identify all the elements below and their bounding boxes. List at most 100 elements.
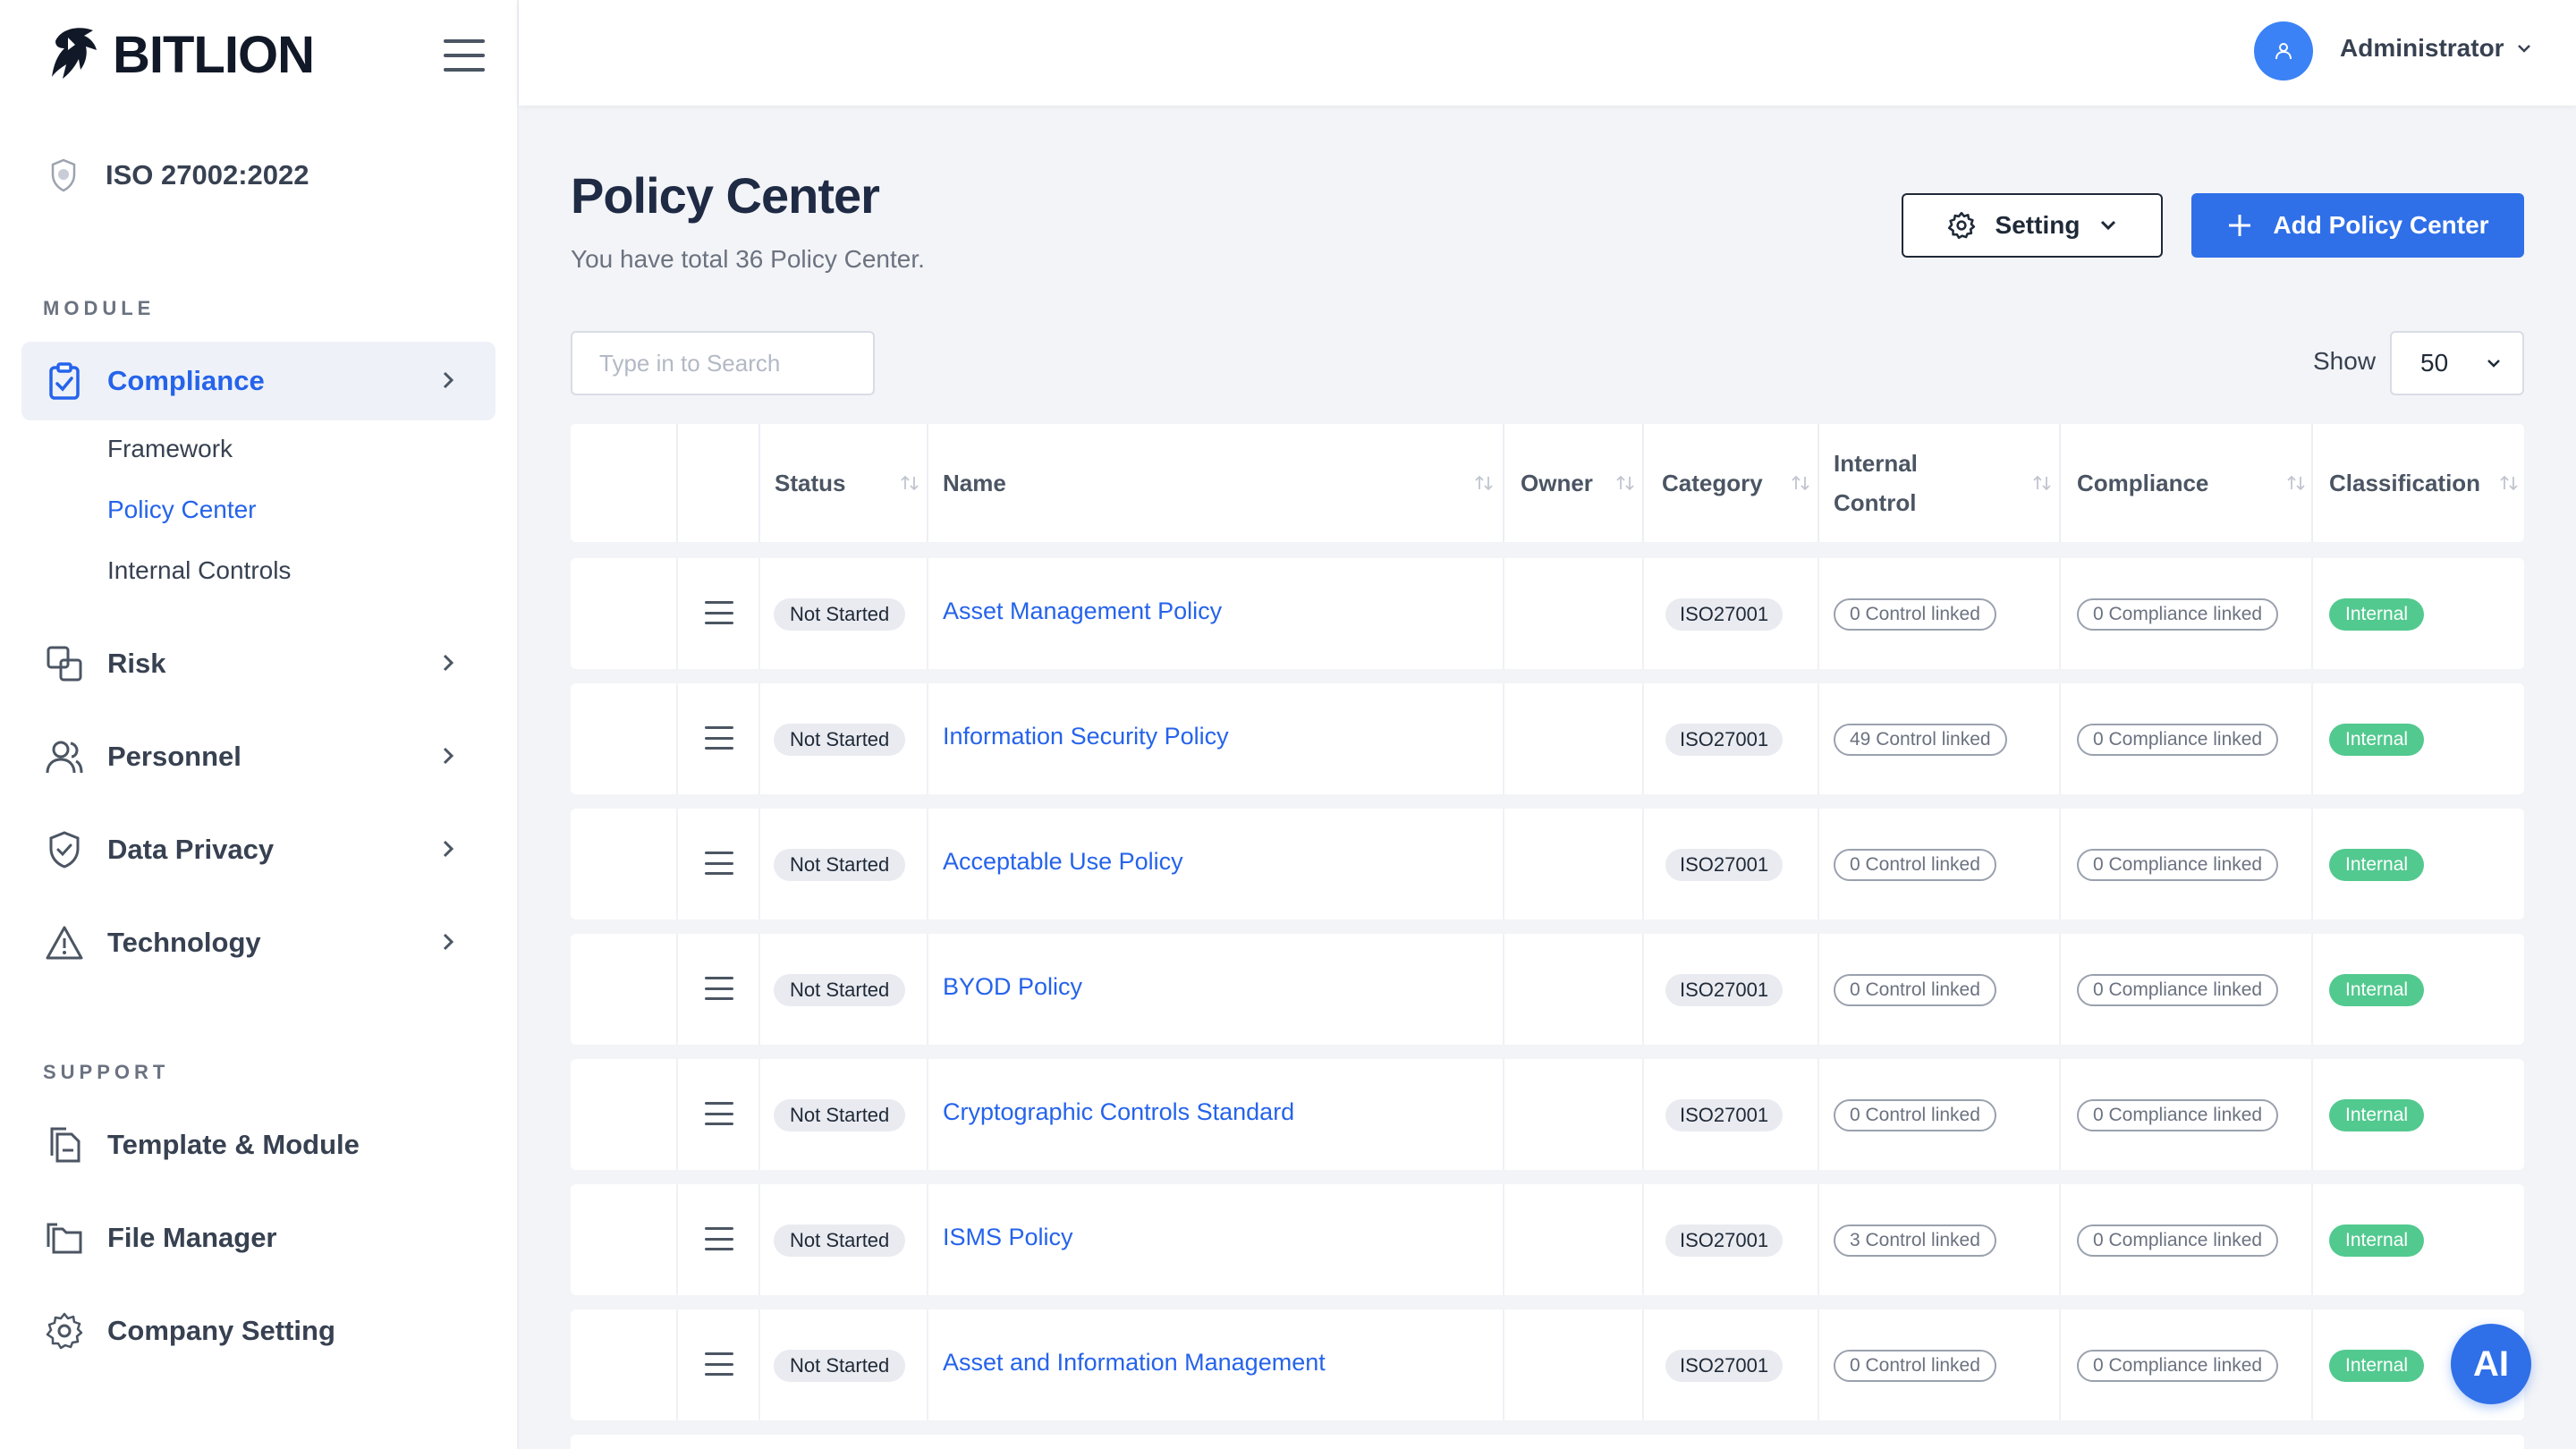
table-row[interactable]: Not Started Information Security Policy … (571, 683, 2524, 794)
drag-handle-icon[interactable] (705, 601, 733, 624)
sidebar-item-label: Compliance (107, 365, 265, 396)
sidebar-item-data-privacy[interactable]: Data Privacy (21, 810, 496, 889)
sort-icon (1792, 475, 1809, 491)
sidebar-subitem-internal-controls[interactable]: Internal Controls (107, 556, 291, 585)
brand-logo[interactable]: BITLION (48, 23, 315, 86)
status-badge: Not Started (774, 724, 906, 756)
sidebar-subitem-framework[interactable]: Framework (107, 435, 233, 463)
column-header-classification[interactable]: Classification (2329, 424, 2524, 542)
table-row[interactable]: Not Started Cryptographic Controls Stand… (571, 1059, 2524, 1170)
drag-handle-icon[interactable] (705, 852, 733, 875)
column-header-status[interactable]: Status (775, 424, 927, 542)
table-row[interactable]: Not Started Asset Management Policy ISO2… (571, 558, 2524, 669)
compliance-linked-badge[interactable]: 0 Compliance linked (2077, 1350, 2279, 1382)
policy-name-link[interactable]: Asset and Information Management (943, 1349, 1326, 1377)
gear-icon (1947, 211, 1975, 240)
sidebar-item-compliance[interactable]: Compliance (21, 342, 496, 420)
warning-triangle-icon (45, 923, 84, 962)
page-title: Policy Center (571, 167, 880, 224)
status-badge: Not Started (774, 1099, 906, 1131)
status-badge: Not Started (774, 974, 906, 1006)
drag-handle-icon[interactable] (705, 1102, 733, 1125)
user-name: Administrator (2340, 34, 2504, 62)
table-row[interactable]: Not Started ISMS Policy ISO27001 3 Contr… (571, 1184, 2524, 1295)
support-section-label: SUPPORT (43, 1061, 170, 1083)
user-menu[interactable]: Administrator (2340, 34, 2531, 63)
sidebar-item-label: File Manager (107, 1222, 277, 1253)
control-linked-badge[interactable]: 0 Control linked (1834, 1350, 1996, 1382)
classification-badge: Internal (2329, 724, 2425, 756)
framework-selector[interactable]: ISO 27002:2022 (48, 157, 309, 193)
drag-handle-icon[interactable] (705, 726, 733, 750)
sidebar-item-label: Technology (107, 927, 261, 958)
compliance-linked-badge[interactable]: 0 Compliance linked (2077, 724, 2279, 756)
chevron-down-icon (2517, 45, 2530, 53)
column-header-name[interactable]: Name (943, 424, 1503, 542)
classification-badge: Internal (2329, 1350, 2425, 1382)
chevron-right-icon (443, 933, 454, 951)
users-icon (45, 737, 84, 776)
control-linked-badge[interactable]: 0 Control linked (1834, 1099, 1996, 1131)
policy-name-link[interactable]: Asset Management Policy (943, 597, 1222, 625)
policy-name-link[interactable]: Cryptographic Controls Standard (943, 1098, 1294, 1126)
table-row[interactable]: Not Started Acceptable Use Policy ISO270… (571, 809, 2524, 919)
table-row[interactable]: Not Started Asset and Information Manage… (571, 1309, 2524, 1420)
category-badge: ISO27001 (1665, 974, 1784, 1006)
policy-name-link[interactable]: BYOD Policy (943, 973, 1082, 1001)
classification-badge: Internal (2329, 598, 2425, 631)
sort-icon (1616, 475, 1634, 491)
category-badge: ISO27001 (1665, 1350, 1784, 1382)
category-badge: ISO27001 (1665, 1099, 1784, 1131)
setting-dropdown-button[interactable]: Setting (1902, 193, 2163, 258)
gear-icon (45, 1311, 84, 1351)
column-header-owner[interactable]: Owner (1521, 424, 1642, 542)
control-linked-badge[interactable]: 0 Control linked (1834, 598, 1996, 631)
lion-logo-icon (52, 28, 97, 79)
sidebar-item-personnel[interactable]: Personnel (21, 717, 496, 796)
control-linked-badge[interactable]: 3 Control linked (1834, 1224, 1996, 1257)
add-policy-center-button[interactable]: Add Policy Center (2191, 193, 2524, 258)
drag-handle-icon[interactable] (705, 1352, 733, 1376)
control-linked-badge[interactable]: 49 Control linked (1834, 724, 2007, 756)
chevron-down-icon (2101, 220, 2116, 231)
status-badge: Not Started (774, 1350, 906, 1382)
ai-assistant-button[interactable]: AI (2451, 1324, 2531, 1404)
policy-name-link[interactable]: Information Security Policy (943, 723, 1229, 750)
drag-handle-icon[interactable] (705, 1227, 733, 1250)
sidebar-item-risk[interactable]: Risk (21, 624, 496, 703)
sidebar-item-label: Company Setting (107, 1315, 335, 1346)
sidebar-item-company-setting[interactable]: Company Setting (21, 1292, 496, 1370)
sidebar-item-label: Risk (107, 648, 166, 679)
control-linked-badge[interactable]: 0 Control linked (1834, 974, 1996, 1006)
sidebar-item-technology[interactable]: Technology (21, 903, 496, 982)
compliance-linked-badge[interactable]: 0 Compliance linked (2077, 974, 2279, 1006)
table-row[interactable]: Not Started BYOD Policy ISO27001 0 Contr… (571, 934, 2524, 1045)
sidebar-item-template-module[interactable]: Template & Module (21, 1106, 496, 1184)
policy-name-link[interactable]: ISMS Policy (943, 1224, 1073, 1251)
column-header-compliance[interactable]: Compliance (2077, 424, 2311, 542)
sidebar-item-file-manager[interactable]: File Manager (21, 1199, 496, 1277)
sidebar-item-label: Personnel (107, 741, 242, 772)
control-linked-badge[interactable]: 0 Control linked (1834, 849, 1996, 881)
risk-squares-icon (45, 644, 84, 683)
policy-name-link[interactable]: Acceptable Use Policy (943, 848, 1183, 876)
compliance-linked-badge[interactable]: 0 Compliance linked (2077, 849, 2279, 881)
shield-check-icon (45, 830, 84, 869)
shield-badge-icon (51, 158, 76, 192)
sort-icon (2033, 475, 2051, 491)
sidebar-subitem-policy-center[interactable]: Policy Center (107, 496, 257, 524)
classification-badge: Internal (2329, 1224, 2425, 1257)
user-avatar[interactable] (2254, 21, 2313, 80)
page-size-select[interactable]: 50 (2390, 331, 2524, 395)
column-header-category[interactable]: Category (1662, 424, 1818, 542)
compliance-linked-badge[interactable]: 0 Compliance linked (2077, 598, 2279, 631)
compliance-linked-badge[interactable]: 0 Compliance linked (2077, 1099, 2279, 1131)
page-size-value: 50 (2420, 349, 2449, 377)
sidebar-toggle-button[interactable] (444, 39, 485, 72)
drag-handle-icon[interactable] (705, 977, 733, 1000)
search-input[interactable] (571, 331, 875, 395)
category-badge: ISO27001 (1665, 598, 1784, 631)
column-header-internal-control[interactable]: Internal Control (1834, 424, 2059, 542)
compliance-linked-badge[interactable]: 0 Compliance linked (2077, 1224, 2279, 1257)
table-row (571, 1435, 2524, 1449)
